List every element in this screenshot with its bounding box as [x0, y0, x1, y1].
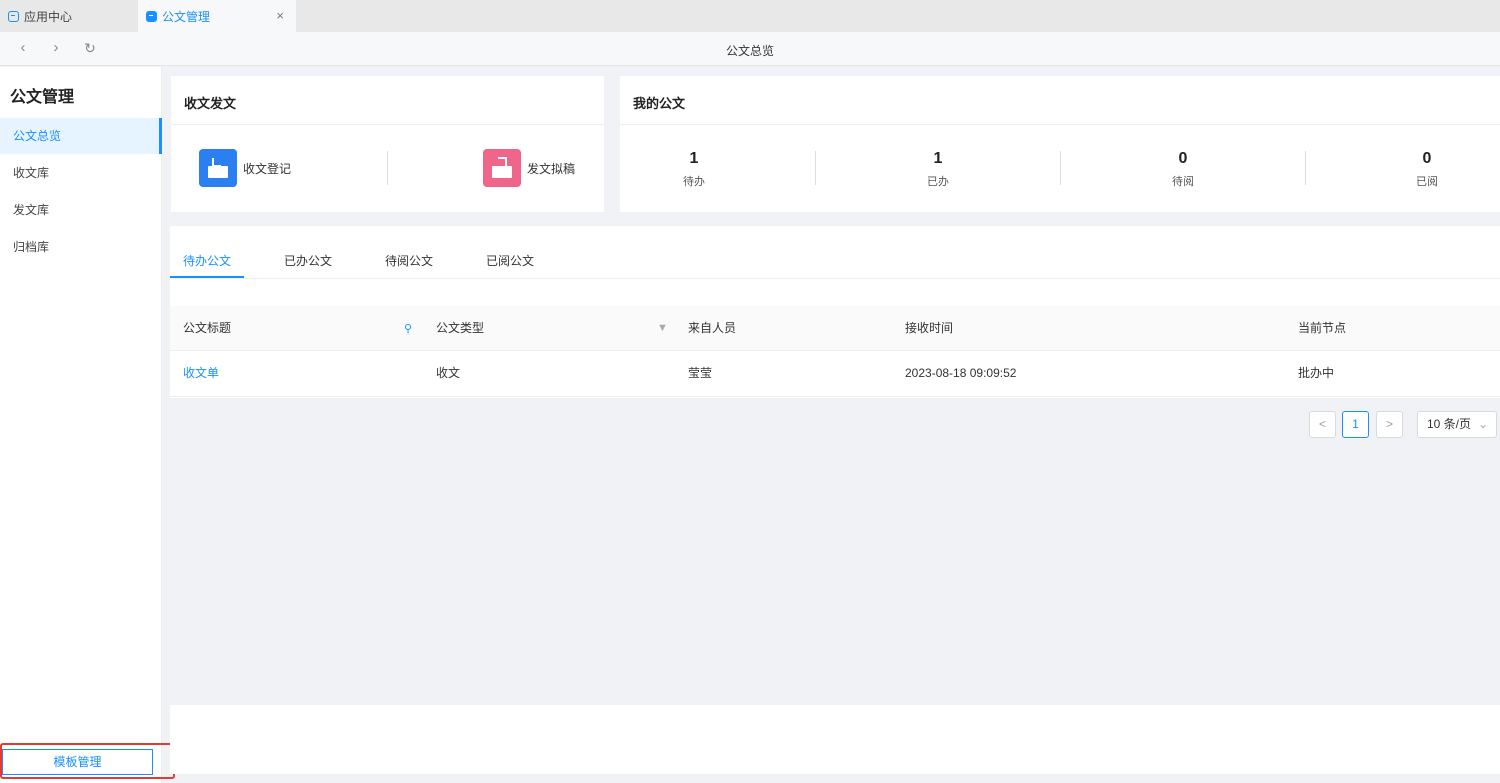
sidebar-item-sent-library[interactable]: 发文库: [0, 192, 162, 228]
doc-tabs: 待办公文 已办公文 待阅公文 已阅公文: [170, 226, 1500, 279]
panel-footer: [170, 705, 1500, 774]
action-label: 收文登记: [243, 161, 292, 176]
stat-label: 待办: [683, 176, 705, 188]
divider: [620, 124, 1500, 125]
sidebar-item-received-library[interactable]: 收文库: [0, 155, 162, 191]
column-header-type: 公文类型: [436, 321, 485, 335]
stat-value: 1: [689, 150, 699, 167]
divider: [815, 151, 816, 185]
app-icon: [8, 10, 19, 22]
search-icon[interactable]: ⚲: [404, 322, 412, 335]
window-tab-label: 公文管理: [162, 9, 211, 24]
window-tab-doc-management[interactable]: 公文管理 ×: [138, 0, 296, 32]
inbox-download-icon: [199, 149, 237, 187]
sidebar-title: 公文管理: [10, 89, 75, 106]
stat-value: 0: [1422, 150, 1432, 167]
stat-todo[interactable]: 1 待办: [634, 150, 754, 189]
next-page-button[interactable]: >: [1376, 411, 1403, 438]
tab-read-docs[interactable]: 已阅公文: [486, 252, 534, 269]
doc-list-panel: 待办公文 已办公文 待阅公文 已阅公文 公文标题 ⚲ 公文类型 ▼ 来自人员 接…: [170, 226, 1500, 774]
stat-value: 0: [1178, 150, 1188, 167]
table-row[interactable]: 收文单 收文 莹莹 2023-08-18 09:09:52 批办中: [170, 351, 1500, 397]
divider: [171, 124, 604, 125]
tab-handled-docs[interactable]: 已办公文: [284, 252, 332, 269]
window-tab-label: 应用中心: [24, 9, 73, 24]
window-tab-bar: 应用中心 公文管理 ×: [0, 0, 1500, 32]
stat-read[interactable]: 0 已阅: [1367, 150, 1487, 189]
navigation-bar: ‹ › ↻ 公文总览: [0, 32, 1500, 66]
window-tab-app-center[interactable]: 应用中心: [0, 0, 138, 32]
register-received-doc-button[interactable]: 收文登记: [199, 149, 291, 187]
app-icon: [146, 10, 157, 22]
action-label: 发文拟稿: [527, 161, 576, 176]
close-icon[interactable]: ×: [276, 8, 284, 23]
filter-icon[interactable]: ▼: [657, 322, 668, 334]
tab-pending-docs[interactable]: 待办公文: [183, 252, 231, 269]
divider: [387, 151, 388, 185]
page-size-value: 10 条/页: [1427, 417, 1472, 431]
stat-label: 待阅: [1172, 176, 1194, 188]
column-header-title: 公文标题: [183, 321, 232, 335]
sender-cell: 莹莹: [688, 366, 713, 380]
stat-value: 1: [933, 150, 943, 167]
column-header-current-node: 当前节点: [1298, 321, 1347, 335]
page-1-button[interactable]: 1: [1342, 411, 1369, 438]
template-management-button[interactable]: 模板管理: [2, 749, 153, 775]
sidebar-item-overview[interactable]: 公文总览: [0, 118, 162, 154]
outbox-upload-icon: [483, 149, 521, 187]
sidebar-item-archive-library[interactable]: 归档库: [0, 229, 162, 265]
card-title: 收文发文: [184, 96, 237, 111]
draft-outgoing-doc-button[interactable]: 发文拟稿: [483, 149, 575, 187]
my-docs-card: 我的公文 1 待办 1 已办 0 待阅 0 已阅: [620, 76, 1500, 212]
chevron-down-icon: ⌄: [1477, 417, 1488, 431]
column-header-sender: 来自人员: [688, 321, 737, 335]
current-node-cell: 批办中: [1298, 366, 1335, 380]
send-receive-card: 收文发文 收文登记 发文拟稿: [171, 76, 604, 212]
doc-type-cell: 收文: [436, 366, 461, 380]
divider: [1060, 151, 1061, 185]
received-time-cell: 2023-08-18 09:09:52: [905, 366, 1017, 380]
page-size-select[interactable]: 10 条/页 ⌄: [1417, 411, 1497, 438]
card-title: 我的公文: [633, 96, 686, 111]
stat-label: 已办: [927, 176, 949, 188]
stat-done[interactable]: 1 已办: [878, 150, 998, 189]
stat-label: 已阅: [1416, 176, 1438, 188]
divider: [1305, 151, 1306, 185]
tab-to-read-docs[interactable]: 待阅公文: [385, 252, 433, 269]
column-header-received-time: 接收时间: [905, 321, 954, 335]
table-header: 公文标题 ⚲ 公文类型 ▼ 来自人员 接收时间 当前节点: [170, 306, 1500, 351]
page-title: 公文总览: [725, 44, 774, 58]
stat-to-read[interactable]: 0 待阅: [1123, 150, 1243, 189]
doc-title-link[interactable]: 收文单: [183, 351, 219, 396]
sidebar: 公文管理 公文总览 收文库 发文库 归档库 模板管理: [0, 67, 175, 783]
active-tab-indicator: [170, 276, 244, 278]
prev-page-button[interactable]: <: [1309, 411, 1336, 438]
